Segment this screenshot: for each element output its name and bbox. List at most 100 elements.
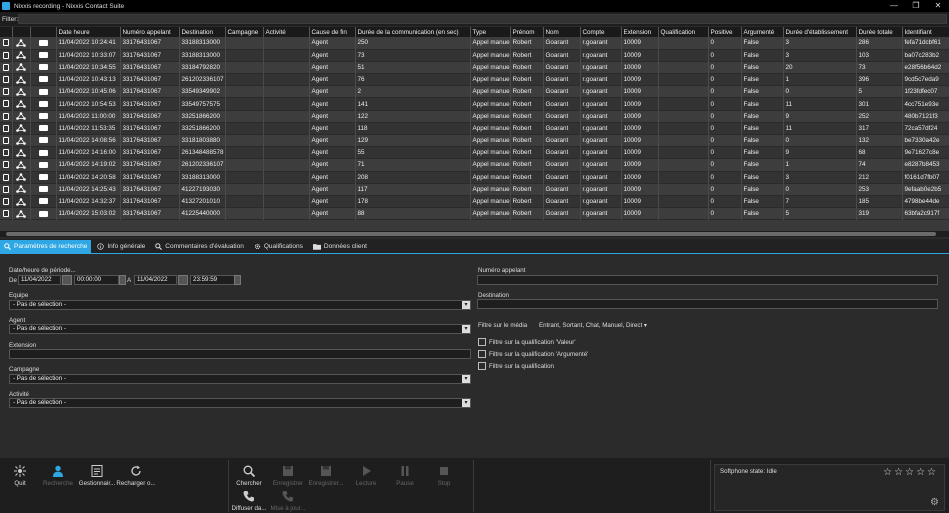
- column-header[interactable]: Cause de fin: [309, 27, 356, 37]
- column-header[interactable]: Identifiant: [902, 27, 949, 37]
- lock-icon[interactable]: [0, 195, 13, 208]
- lock-icon[interactable]: [0, 61, 13, 74]
- pause-button[interactable]: Pause: [385, 465, 425, 487]
- minimize-button[interactable]: —: [883, 0, 905, 12]
- network-icon[interactable]: [12, 49, 31, 62]
- horizontal-scrollbar[interactable]: [0, 231, 949, 237]
- column-header[interactable]: Positive: [708, 27, 742, 37]
- table-row[interactable]: 11/04/2022 10:54:53 33176431067 3354975757…: [0, 97, 949, 111]
- column-header[interactable]: Compte: [580, 27, 622, 37]
- mail-icon[interactable]: [30, 122, 57, 135]
- network-icon[interactable]: [12, 134, 31, 147]
- column-header[interactable]: Activité: [263, 27, 310, 37]
- table-row[interactable]: 11/04/2022 14:08:56 33176431067 3318180388…: [0, 134, 949, 147]
- rating-stars[interactable]: ☆☆☆☆☆: [883, 467, 938, 478]
- mail-icon[interactable]: [30, 97, 57, 111]
- recharger-button[interactable]: Recharger o...: [116, 465, 156, 487]
- filter-argumente-checkbox[interactable]: [478, 350, 486, 358]
- lock-icon[interactable]: [0, 49, 13, 62]
- network-icon[interactable]: [12, 61, 31, 74]
- table-row[interactable]: 11/04/2022 15:03:02 33176431067 4122544000…: [0, 207, 949, 220]
- destination-input[interactable]: [477, 299, 938, 309]
- network-icon[interactable]: [12, 158, 31, 172]
- network-icon[interactable]: [12, 73, 31, 86]
- stop-button[interactable]: Stop: [424, 465, 464, 487]
- column-header[interactable]: Durée de la communication (en sec): [355, 27, 471, 37]
- tab-info-generale[interactable]: Info générale: [93, 240, 149, 253]
- column-header[interactable]: Argumenté: [741, 27, 784, 37]
- diffuser-button[interactable]: Diffuser da...: [229, 490, 269, 512]
- close-button[interactable]: ✕: [927, 0, 949, 12]
- lock-icon[interactable]: [0, 146, 13, 159]
- mail-icon[interactable]: [30, 73, 57, 86]
- column-header[interactable]: Qualification: [658, 27, 709, 37]
- filter-input[interactable]: [18, 14, 947, 24]
- enregistrer-sous-button[interactable]: Enregistrer...: [306, 465, 346, 487]
- lock-icon[interactable]: [0, 97, 13, 111]
- gestionnaire-button[interactable]: Gestionnair...: [77, 465, 117, 487]
- mail-icon[interactable]: [30, 183, 57, 196]
- table-row[interactable]: 11/04/2022 11:00:00 33176431067 3325186620…: [0, 110, 949, 123]
- column-header[interactable]: Durée totale: [856, 27, 903, 37]
- tab-qualifications[interactable]: Qualifications: [250, 240, 307, 253]
- tab-parametres-recherche[interactable]: Paramètres de recherche: [0, 239, 92, 253]
- mail-icon[interactable]: [30, 37, 57, 50]
- mail-icon[interactable]: [30, 134, 57, 147]
- table-row[interactable]: 11/04/2022 10:45:06 33176431067 3354934990…: [0, 85, 949, 98]
- extension-input[interactable]: [9, 349, 471, 359]
- mise-a-jour-button[interactable]: Mise à jour...: [268, 490, 308, 512]
- recherche-button[interactable]: Recherche: [38, 465, 78, 487]
- mail-icon[interactable]: [30, 61, 57, 74]
- network-icon[interactable]: [12, 85, 31, 98]
- network-icon[interactable]: [12, 110, 31, 123]
- table-row[interactable]: 11/04/2022 10:34:55 33176431067 3318479282…: [0, 61, 949, 74]
- network-icon[interactable]: [12, 207, 31, 220]
- campagne-select[interactable]: - Pas de sélection - ▾: [9, 374, 471, 384]
- column-header[interactable]: Destination: [179, 27, 226, 37]
- media-filter-dropdown[interactable]: Entrant, Sortant, Chat, Manuel, Direct ▾: [539, 322, 647, 329]
- time-to-spinner[interactable]: [234, 275, 241, 285]
- mail-icon[interactable]: [30, 207, 57, 220]
- time-from-spinner[interactable]: [119, 275, 126, 285]
- lock-icon[interactable]: [0, 122, 13, 135]
- enregistrer-button[interactable]: Enregistrer: [268, 465, 308, 487]
- table-row[interactable]: 11/04/2022 14:20:58 33176431067 3318831300…: [0, 171, 949, 184]
- equipe-select[interactable]: - Pas de sélection - ▾: [9, 300, 471, 310]
- table-row[interactable]: 11/04/2022 10:43:13 33176431067 2612023361…: [0, 73, 949, 86]
- lock-icon[interactable]: [0, 171, 13, 184]
- scrollbar-thumb[interactable]: [6, 232, 936, 236]
- calendar-icon[interactable]: [178, 275, 188, 285]
- chevron-down-icon[interactable]: ▾: [462, 301, 470, 309]
- mail-icon[interactable]: [30, 146, 57, 159]
- tab-donnees-client[interactable]: Données client: [309, 240, 371, 253]
- network-icon[interactable]: [12, 171, 31, 184]
- lock-icon[interactable]: [0, 37, 13, 50]
- mail-icon[interactable]: [30, 195, 57, 208]
- table-row[interactable]: 11/04/2022 10:33:07 33176431067 3318831300…: [0, 49, 949, 62]
- mail-icon[interactable]: [30, 110, 57, 123]
- agent-select[interactable]: - Pas de sélection - ▾: [9, 324, 471, 334]
- mail-icon[interactable]: [30, 85, 57, 98]
- column-header[interactable]: Campagne: [225, 27, 264, 37]
- lecture-button[interactable]: Lecture: [346, 465, 386, 487]
- lock-icon[interactable]: [0, 110, 13, 123]
- table-row[interactable]: 11/04/2022 14:32:37 33176431067 4132720101…: [0, 195, 949, 208]
- network-icon[interactable]: [12, 195, 31, 208]
- network-icon[interactable]: [12, 37, 31, 50]
- lock-icon[interactable]: [0, 85, 13, 98]
- time-to-input[interactable]: 23:59:59: [190, 275, 235, 285]
- table-row[interactable]: 11/04/2022 14:16:00 33176431067 2613484885…: [0, 146, 949, 159]
- calendar-icon[interactable]: [62, 275, 72, 285]
- filter-valeur-checkbox[interactable]: [478, 338, 486, 346]
- column-header[interactable]: [12, 27, 31, 37]
- network-icon[interactable]: [12, 122, 31, 135]
- table-row[interactable]: 11/04/2022 11:53:35 33176431067 3325186620…: [0, 122, 949, 135]
- column-header[interactable]: Extension: [621, 27, 659, 37]
- network-icon[interactable]: [12, 146, 31, 159]
- column-header[interactable]: Nom: [543, 27, 581, 37]
- column-header[interactable]: Numéro appelant: [120, 27, 180, 37]
- date-to-input[interactable]: 11/04/2022: [134, 275, 177, 285]
- quit-button[interactable]: Quit: [0, 465, 40, 487]
- network-icon[interactable]: [12, 97, 31, 111]
- column-header[interactable]: Type: [470, 27, 511, 37]
